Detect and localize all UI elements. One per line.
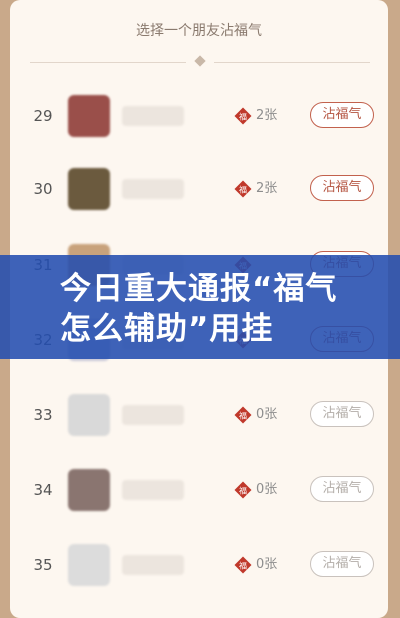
fu-diamond-icon: 福 bbox=[234, 556, 252, 574]
rank-number: 34 bbox=[33, 481, 53, 499]
friend-name-blurred bbox=[122, 179, 184, 199]
fu-diamond-icon: 福 bbox=[234, 107, 252, 125]
rank-number: 35 bbox=[33, 556, 53, 574]
svg-text:福: 福 bbox=[239, 487, 247, 496]
svg-text:福: 福 bbox=[239, 562, 247, 571]
friend-name-blurred bbox=[122, 405, 184, 425]
svg-text:福: 福 bbox=[239, 113, 247, 122]
overlay-banner: 今日重大通报“福气怎么辅助”用挂 bbox=[0, 255, 400, 359]
fu-card-count: 0张 bbox=[256, 482, 278, 497]
friend-row: 29 福 2张 沾福气 bbox=[10, 79, 388, 153]
diamond-ornament-icon bbox=[194, 55, 206, 67]
svg-text:福: 福 bbox=[239, 186, 247, 195]
fu-diamond-icon: 福 bbox=[234, 180, 252, 198]
fu-card-count: 2张 bbox=[256, 108, 278, 123]
avatar bbox=[68, 469, 110, 511]
divider-right bbox=[214, 62, 370, 63]
banner-headline: 今日重大通报“福气怎么辅助”用挂 bbox=[60, 271, 338, 347]
svg-text:福: 福 bbox=[239, 412, 247, 421]
avatar bbox=[68, 394, 110, 436]
friend-name-blurred bbox=[122, 106, 184, 126]
avatar bbox=[68, 95, 110, 137]
avatar bbox=[68, 544, 110, 586]
list-title: 选择一个朋友沾福气 bbox=[136, 23, 262, 39]
friend-name-blurred bbox=[122, 555, 184, 575]
friend-row: 33 福 0张 沾福气 bbox=[10, 378, 388, 452]
zhan-fuqi-button[interactable]: 沾福气 bbox=[310, 102, 374, 128]
zhan-fuqi-button[interactable]: 沾福气 bbox=[310, 551, 374, 577]
friend-row: 30 福 2张 沾福气 bbox=[10, 152, 388, 226]
friend-row: 35 福 0张 沾福气 bbox=[10, 528, 388, 602]
fu-diamond-icon: 福 bbox=[234, 406, 252, 424]
rank-number: 29 bbox=[33, 107, 53, 125]
friend-row: 34 福 0张 沾福气 bbox=[10, 453, 388, 527]
fu-card-count: 2张 bbox=[256, 181, 278, 196]
zhan-fuqi-button[interactable]: 沾福气 bbox=[310, 476, 374, 502]
divider-left bbox=[30, 62, 186, 63]
fu-diamond-icon: 福 bbox=[234, 481, 252, 499]
rank-number: 30 bbox=[33, 180, 53, 198]
zhan-fuqi-button[interactable]: 沾福气 bbox=[310, 175, 374, 201]
zhan-fuqi-button[interactable]: 沾福气 bbox=[310, 401, 374, 427]
rank-number: 33 bbox=[33, 406, 53, 424]
avatar bbox=[68, 168, 110, 210]
friend-name-blurred bbox=[122, 480, 184, 500]
fu-card-count: 0张 bbox=[256, 407, 278, 422]
fu-card-count: 0张 bbox=[256, 557, 278, 572]
